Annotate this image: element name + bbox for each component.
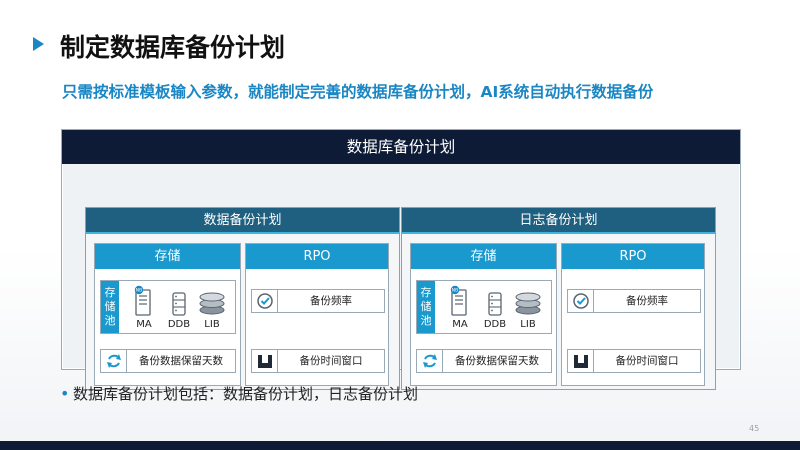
time-window-icon <box>574 355 588 368</box>
storage-pool-label: 存储池 <box>101 281 119 333</box>
device-ma: NB MA <box>445 285 475 330</box>
page-number: 45 <box>749 424 760 433</box>
storage-panel-header: 存储 <box>95 244 240 269</box>
plan-header: 日志备份计划 <box>402 208 715 234</box>
title-arrow-icon <box>33 37 44 51</box>
disk-stack-icon <box>515 292 541 315</box>
device-ma: NB MA <box>129 285 159 330</box>
diagram-header: 数据库备份计划 <box>62 130 740 164</box>
rpo-panel: RPO 备份频率 备份时间窗口 <box>561 243 705 386</box>
time-window-icon <box>258 355 272 368</box>
diagram-body: 数据备份计划 存储 存储池 NB MA DDB LIB 备份数据保留天数 RPO… <box>63 164 739 390</box>
device-badge: NB <box>452 288 458 294</box>
rpo-panel-header: RPO <box>246 244 388 269</box>
rpo-panel: RPO 备份频率 备份时间窗口 <box>245 243 389 386</box>
device-badge: NB <box>136 288 142 294</box>
device-ddb: DDB <box>164 285 194 330</box>
rpo-panel-header: RPO <box>562 244 704 269</box>
backup-window-label: 备份时间窗口 <box>615 355 679 367</box>
device-label: MA <box>136 319 152 330</box>
storage-panel: 存储 存储池 NB MA DDB LIB 备份数据保留天数 <box>94 243 241 386</box>
storage-pool-label: 存储池 <box>417 281 435 333</box>
device-label: LIB <box>520 319 536 330</box>
device-lib: LIB <box>513 285 543 330</box>
plan-header: 数据备份计划 <box>86 208 399 234</box>
device-label: MA <box>452 319 468 330</box>
plan-data-backup: 数据备份计划 存储 存储池 NB MA DDB LIB 备份数据保留天数 RPO… <box>85 207 400 390</box>
backup-frequency-label: 备份频率 <box>310 295 352 307</box>
refresh-icon <box>423 354 437 368</box>
device-ddb: DDB <box>480 285 510 330</box>
server-icon: NB <box>450 285 467 316</box>
backup-frequency-field: 备份频率 <box>567 289 701 313</box>
plan-log-backup: 日志备份计划 存储 存储池 NB MA DDB LIB 备份数据保留天数 RPO… <box>401 207 716 390</box>
server-icon: NB <box>134 285 151 316</box>
backup-frequency-field: 备份频率 <box>251 289 385 313</box>
refresh-icon <box>107 354 121 368</box>
backup-window-label: 备份时间窗口 <box>299 355 363 367</box>
database-icon <box>488 292 502 316</box>
retention-days-field: 备份数据保留天数 <box>100 349 236 373</box>
disk-stack-icon <box>199 292 225 315</box>
database-icon <box>172 292 186 316</box>
device-label: DDB <box>483 319 507 330</box>
footer-bar <box>0 441 800 450</box>
backup-window-field: 备份时间窗口 <box>251 349 385 373</box>
storage-pool: 存储池 NB MA DDB LIB <box>416 280 552 334</box>
retention-days-field: 备份数据保留天数 <box>416 349 552 373</box>
device-label: LIB <box>204 319 220 330</box>
bullet-icon: • <box>60 384 70 403</box>
backup-window-field: 备份时间窗口 <box>567 349 701 373</box>
storage-panel: 存储 存储池 NB MA DDB LIB 备份数据保留天数 <box>410 243 557 386</box>
backup-plan-diagram: 数据库备份计划 数据备份计划 存储 存储池 NB MA DDB LIB 备份数据… <box>61 129 741 390</box>
storage-pool: 存储池 NB MA DDB LIB <box>100 280 236 334</box>
page-subtitle: 只需按标准模板输入参数，就能制定完善的数据库备份计划，AI系统自动执行数据备份 <box>62 83 654 101</box>
device-lib: LIB <box>197 285 227 330</box>
backup-frequency-label: 备份频率 <box>626 295 668 307</box>
gauge-check-icon <box>573 293 589 309</box>
summary-bullet: 数据库备份计划包括：数据备份计划，日志备份计划 <box>73 385 419 403</box>
storage-panel-header: 存储 <box>411 244 556 269</box>
page-title: 制定数据库备份计划 <box>60 33 286 62</box>
retention-days-label: 备份数据保留天数 <box>455 355 539 367</box>
device-label: DDB <box>167 319 191 330</box>
gauge-check-icon <box>257 293 273 309</box>
retention-days-label: 备份数据保留天数 <box>139 355 223 367</box>
